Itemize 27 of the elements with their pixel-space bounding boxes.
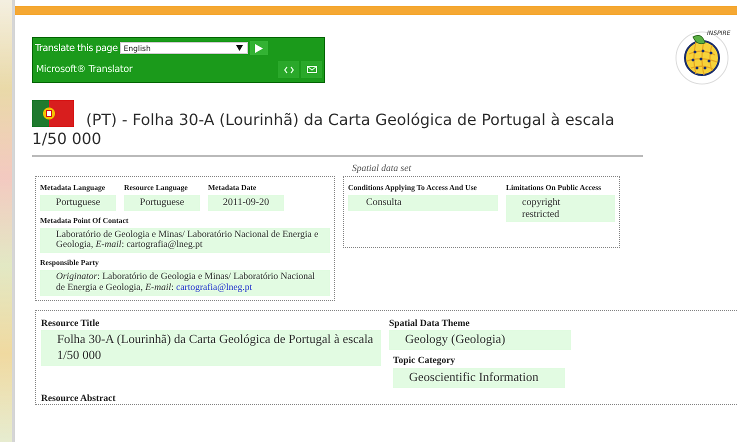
field-value: Folha 30-A (Lourinhã) da Carta Geológica de Portugal à escala 1/50 000: [41, 330, 381, 366]
code-icon: [284, 66, 294, 74]
field-value: Laboratório de Geologia e Minas/ Laboratório Nacional de Energia e Geologia, E-mail: cartografia@lneg.pt: [40, 228, 330, 254]
field-value: Geoscientific Information: [393, 368, 565, 388]
field-value: Portuguese: [40, 195, 116, 210]
field-value: 2011-09-20: [208, 195, 284, 210]
email-button[interactable]: [301, 61, 322, 78]
field-value: Consulta: [348, 195, 498, 210]
play-icon: [254, 44, 263, 52]
translate-button[interactable]: [250, 41, 268, 55]
field-label: Resource Abstract: [41, 394, 116, 404]
field-value: Portuguese: [124, 195, 200, 210]
field-label: Spatial Data Theme: [389, 319, 471, 330]
email-link[interactable]: cartografia@lneg.pt: [176, 283, 252, 294]
mail-icon: [306, 66, 316, 73]
field-value: Originator: Laboratório de Geologia e Minas/ Laboratório Nacional de Energia e Geologia, E-mail: cartografia@lneg.pt: [40, 270, 330, 296]
embed-button[interactable]: [278, 61, 299, 78]
translator-brand: Microsoft® Translator: [35, 64, 132, 75]
field-label: Topic Category: [393, 356, 456, 366]
dropdown-icon: [236, 45, 243, 51]
translate-label: Translate this page: [35, 42, 118, 54]
portugal-flag-icon: [32, 100, 74, 127]
field-value: Geology (Geologia): [389, 330, 571, 350]
page-title: (PT) - Folha 30-A (Lourinhã) da Carta Geológica de Portugal à escala 1/50 000: [32, 100, 652, 149]
field-value: copyright restricted: [506, 195, 615, 222]
field-label: Resource Title: [41, 319, 100, 330]
resource-type: Spatial data set: [352, 164, 412, 174]
